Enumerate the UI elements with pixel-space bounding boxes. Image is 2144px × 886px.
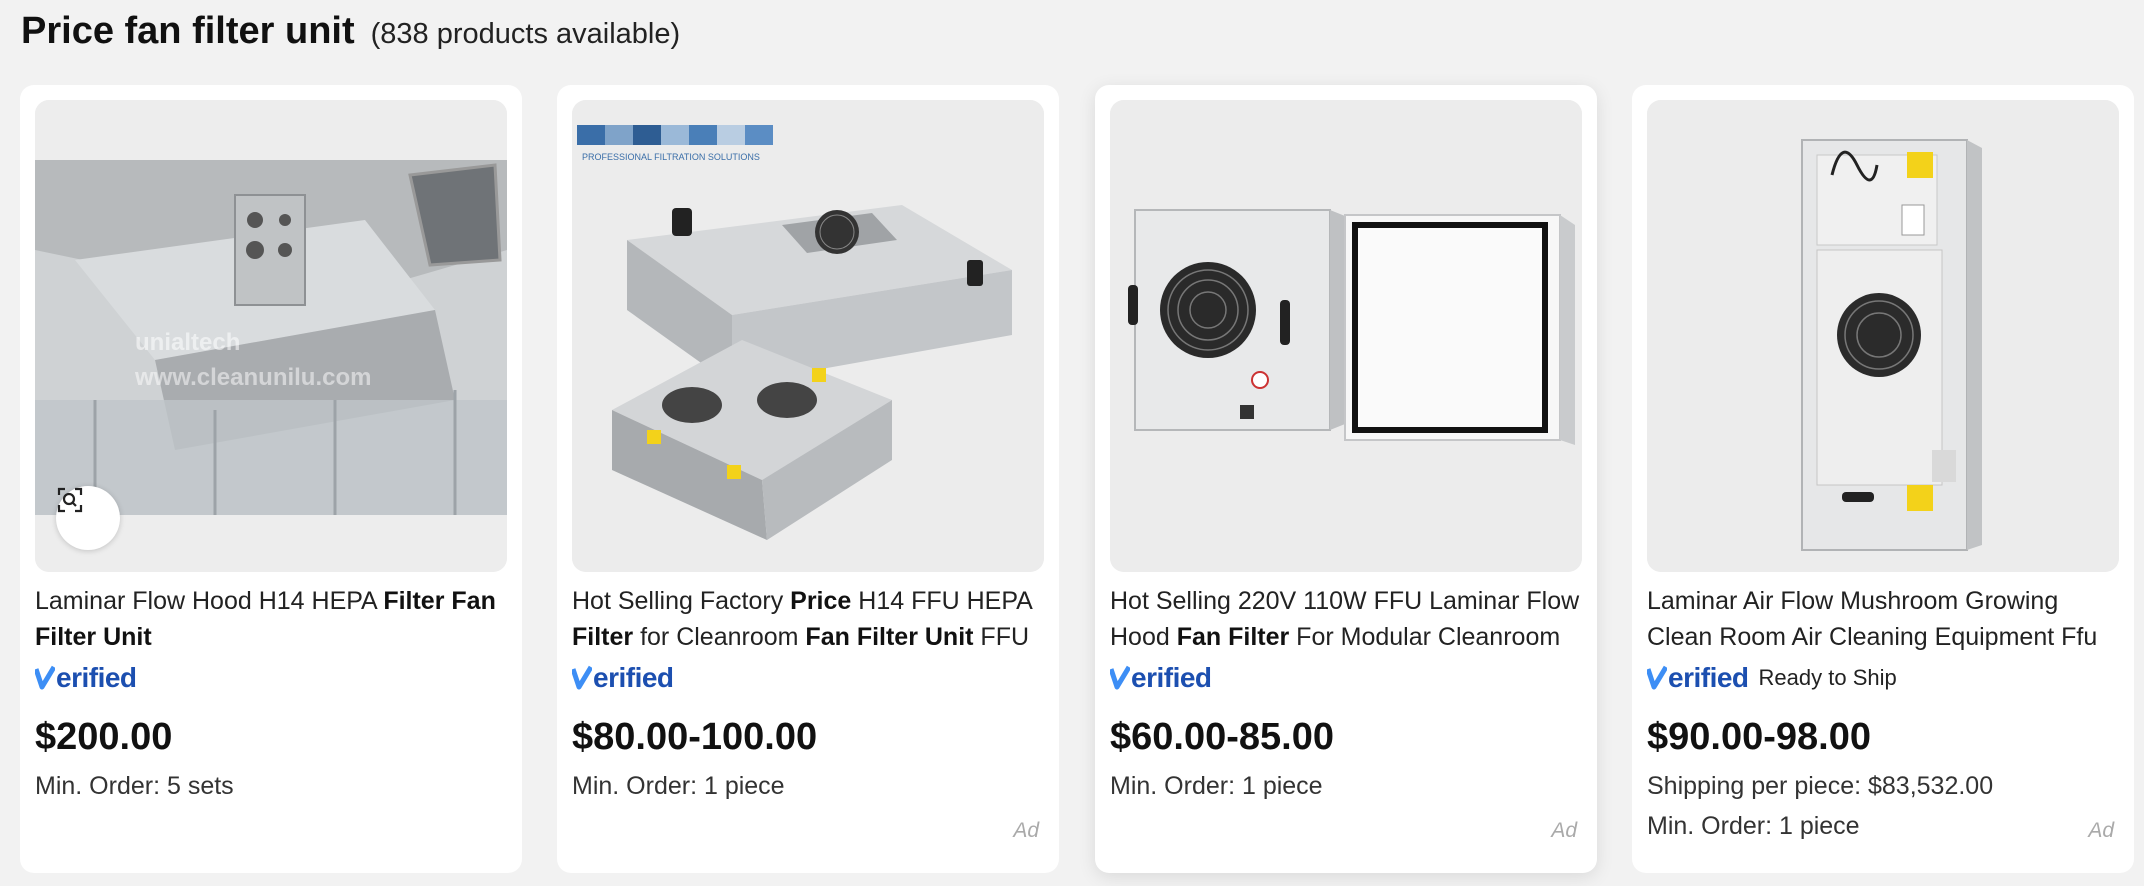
shipping-cost: Shipping per piece: $83,532.00 [1647, 772, 1994, 800]
title-segment: Laminar Flow Hood H14 HEPA [35, 587, 384, 615]
min-order: Min. Order: 1 piece [1110, 772, 1323, 800]
verified-check-icon [1647, 665, 1667, 690]
verified-badge: erified [1110, 662, 1212, 694]
product-card[interactable]: unialtech www.cleanunilu.com Laminar Flo… [20, 85, 522, 873]
title-segment: Laminar Air Flow Mushroom Growing Clean … [1647, 587, 2098, 651]
image-search-icon [57, 487, 83, 513]
title-segment: Filter [383, 587, 445, 615]
verified-text: erified [1668, 662, 1749, 693]
product-price: $80.00-100.00 [572, 716, 818, 758]
product-price: $90.00-98.00 [1647, 716, 1871, 758]
title-segment: FFU [973, 623, 1030, 651]
ad-label: Ad [1013, 819, 1039, 842]
title-segment: for Cleanroom [633, 623, 806, 651]
min-order: Min. Order: 5 sets [35, 772, 234, 800]
watermark-line-2: www.cleanunilu.com [134, 364, 371, 391]
verified-badge: erified [35, 662, 137, 694]
product-price: $200.00 [35, 716, 173, 758]
title-segment: Hot Selling Factory [572, 587, 791, 615]
watermark-line-1: unialtech [135, 329, 240, 356]
product-card[interactable]: PROFESSIONAL FILTRATION SOLUTIONS Hot Se [557, 85, 1059, 873]
verified-text: erified [56, 662, 137, 693]
title-segment: Price [790, 587, 852, 615]
ad-label: Ad [1551, 819, 1577, 842]
product-image[interactable] [1647, 100, 2119, 572]
page-title: Price fan filter unit [21, 10, 355, 52]
verified-badge: erified Ready to Ship [1647, 662, 1897, 694]
image-search-button[interactable] [56, 486, 120, 550]
verified-text: erified [1131, 662, 1212, 693]
verified-text: erified [593, 662, 674, 693]
verified-check-icon [35, 665, 55, 690]
results-header: Price fan filter unit (838 products avai… [21, 10, 680, 53]
title-segment: Filter [572, 623, 634, 651]
product-title[interactable]: Laminar Air Flow Mushroom Growing Clean … [1647, 583, 2121, 655]
title-segment: Fan Filter Unit [805, 623, 974, 651]
verified-badge: erified [572, 662, 674, 694]
product-card[interactable]: Hot Selling 220V 110W FFU Laminar Flow H… [1095, 85, 1597, 873]
min-order: Min. Order: 1 piece [1647, 812, 1860, 840]
product-price: $60.00-85.00 [1110, 716, 1334, 758]
product-title[interactable]: Hot Selling 220V 110W FFU Laminar Flow H… [1110, 583, 1584, 655]
product-image[interactable] [1110, 100, 1582, 572]
product-card[interactable]: Laminar Air Flow Mushroom Growing Clean … [1632, 85, 2134, 873]
ad-label: Ad [2088, 819, 2114, 842]
ready-to-ship-label: Ready to Ship [1758, 665, 1897, 690]
product-image[interactable]: PROFESSIONAL FILTRATION SOLUTIONS [572, 100, 1044, 572]
verified-check-icon [572, 665, 592, 690]
product-count: (838 products available) [370, 18, 681, 50]
product-title[interactable]: Hot Selling Factory Price H14 FFU HEPA F… [572, 583, 1046, 655]
verified-check-icon [1110, 665, 1130, 690]
min-order: Min. Order: 1 piece [572, 772, 785, 800]
title-segment: H14 FFU HEPA [851, 587, 1032, 615]
product-image[interactable]: unialtech www.cleanunilu.com [35, 100, 507, 572]
product-title[interactable]: Laminar Flow Hood H14 HEPA Filter Fan Fi… [35, 583, 509, 655]
title-segment: Fan Filter [1176, 623, 1290, 651]
brand-watermark: PROFESSIONAL FILTRATION SOLUTIONS [582, 152, 760, 162]
title-segment: For Modular Cleanroom [1289, 623, 1561, 651]
